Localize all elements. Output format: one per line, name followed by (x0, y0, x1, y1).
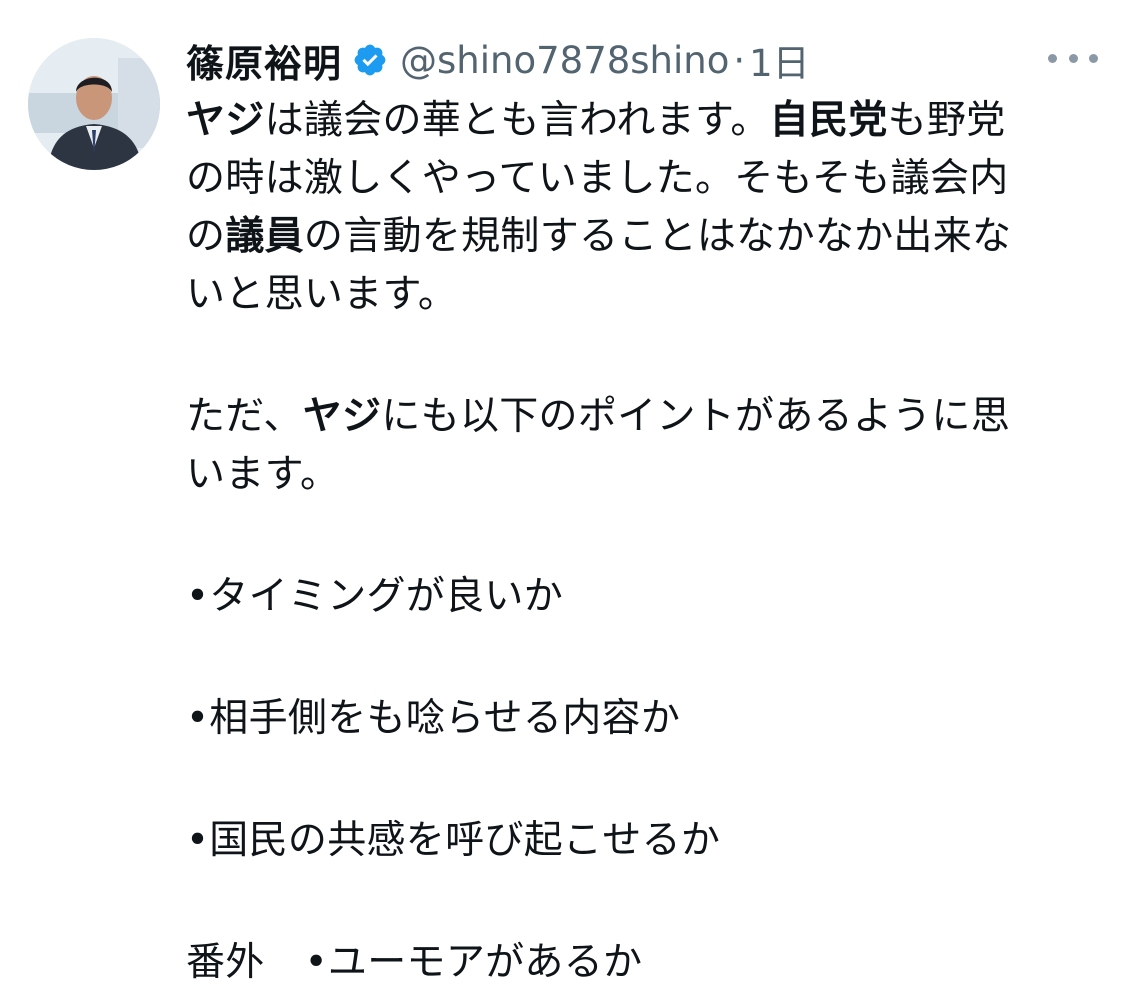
hashtag-giin: 議員 (225, 214, 304, 259)
hashtag-yaji: ヤジ (186, 98, 265, 143)
tweet-line: ただ、ヤジにも以下のポイントがあるように思 (186, 388, 1086, 446)
tweet-line: の議員の言動を規制することはなかなか出来な (186, 208, 1086, 266)
tweet-line: ヤジは議会の華とも言われます。自民党も野党 (186, 92, 1086, 150)
extra-label: 番外 (186, 940, 265, 985)
tweet-header: 篠原裕明 @shino7878shino · 1日 (186, 30, 810, 90)
hashtag-jiminto: 自民党 (769, 98, 888, 143)
text-span: は議会の華とも言われます。 (264, 98, 770, 143)
text-span: ただ、 (186, 394, 303, 439)
author-name[interactable]: 篠原裕明 (186, 33, 342, 88)
point-item: •国民の共感を呼び起こせるか (186, 818, 721, 863)
verified-badge-icon (354, 44, 386, 76)
tweet-text: ヤジは議会の華とも言われます。自民党も野党 の時は激しくやっていました。そもそも… (186, 92, 1086, 992)
more-options-icon[interactable] (1048, 40, 1098, 76)
tweet-timestamp[interactable]: 1日 (749, 33, 810, 87)
text-span: にも以下のポイントがあるように思 (381, 394, 1011, 439)
point-item: •タイミングが良いか (186, 574, 564, 619)
separator-dot: · (733, 38, 746, 82)
more-dot (1068, 53, 1078, 63)
text-span: も野党 (887, 98, 1006, 143)
text-span: の言動を規制することはなかなか出来な (303, 214, 1012, 259)
tweet-line: の時は激しくやっていました。そもそも議会内 (186, 156, 1009, 201)
avatar[interactable] (28, 38, 160, 170)
avatar-photo (28, 38, 160, 170)
tweet-line: います。 (186, 452, 340, 497)
extra-text: •ユーモアがあるか (304, 940, 643, 985)
more-dot (1048, 53, 1057, 63)
extra-point: 番外 •ユーモアがあるか (186, 934, 1086, 992)
hashtag-yaji: ヤジ (302, 394, 382, 439)
more-dot (1089, 53, 1098, 63)
text-span: の (186, 214, 226, 259)
author-handle[interactable]: @shino7878shino (400, 39, 729, 82)
point-item: •相手側をも唸らせる内容か (186, 696, 681, 741)
tweet-line: いと思います。 (186, 272, 458, 317)
